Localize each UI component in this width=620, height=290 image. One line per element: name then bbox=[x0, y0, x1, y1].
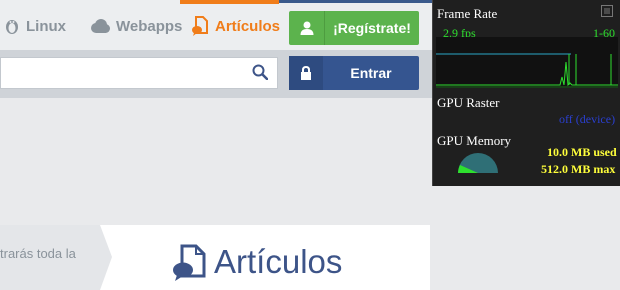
linux-penguin-icon bbox=[6, 20, 18, 34]
close-icon[interactable] bbox=[601, 5, 613, 17]
auth-accent-bar bbox=[279, 0, 432, 3]
memory-used: 10.0 MB used bbox=[547, 145, 617, 159]
nav-item-articulos[interactable]: Artículos bbox=[191, 15, 280, 37]
search-icon[interactable] bbox=[252, 64, 268, 80]
nav-item-label: Webapps bbox=[116, 17, 183, 35]
document-chat-icon bbox=[173, 244, 206, 281]
nav-item-webapps[interactable]: Webapps bbox=[90, 15, 182, 37]
gpu-raster-title: GPU Raster bbox=[437, 95, 500, 110]
nav-item-label: Artículos bbox=[215, 17, 281, 35]
register-button[interactable]: ¡Regístrate! bbox=[289, 11, 419, 45]
search-input[interactable] bbox=[0, 57, 278, 89]
section-intro-text: trarás toda la bbox=[0, 246, 76, 261]
user-icon-box bbox=[289, 11, 325, 45]
document-chat-icon bbox=[192, 16, 208, 36]
memory-max: 512.0 MB max bbox=[541, 162, 616, 176]
register-label: ¡Regístrate! bbox=[333, 20, 411, 36]
lock-icon bbox=[301, 66, 311, 80]
nav-item-label: Linux bbox=[26, 17, 66, 35]
user-icon bbox=[300, 21, 313, 35]
nav-item-linux[interactable]: Linux bbox=[4, 15, 66, 37]
cloud-icon bbox=[91, 19, 110, 33]
section-arrow bbox=[100, 225, 112, 290]
frame-rate-title: Frame Rate bbox=[437, 6, 498, 21]
active-tab-indicator bbox=[180, 0, 279, 4]
gpu-raster-status: off (device) bbox=[559, 112, 616, 126]
login-button[interactable]: Entrar bbox=[289, 56, 419, 90]
login-label: Entrar bbox=[350, 65, 392, 81]
lock-icon-box bbox=[289, 56, 323, 90]
fps-graph bbox=[436, 37, 618, 88]
section-title: Artículos bbox=[214, 243, 343, 280]
gpu-memory-title: GPU Memory bbox=[437, 133, 512, 148]
debug-hud: Frame Rate 2.9 fps 1-60 GPU Raster off (… bbox=[432, 0, 620, 186]
gpu-memory-gauge bbox=[458, 153, 498, 173]
